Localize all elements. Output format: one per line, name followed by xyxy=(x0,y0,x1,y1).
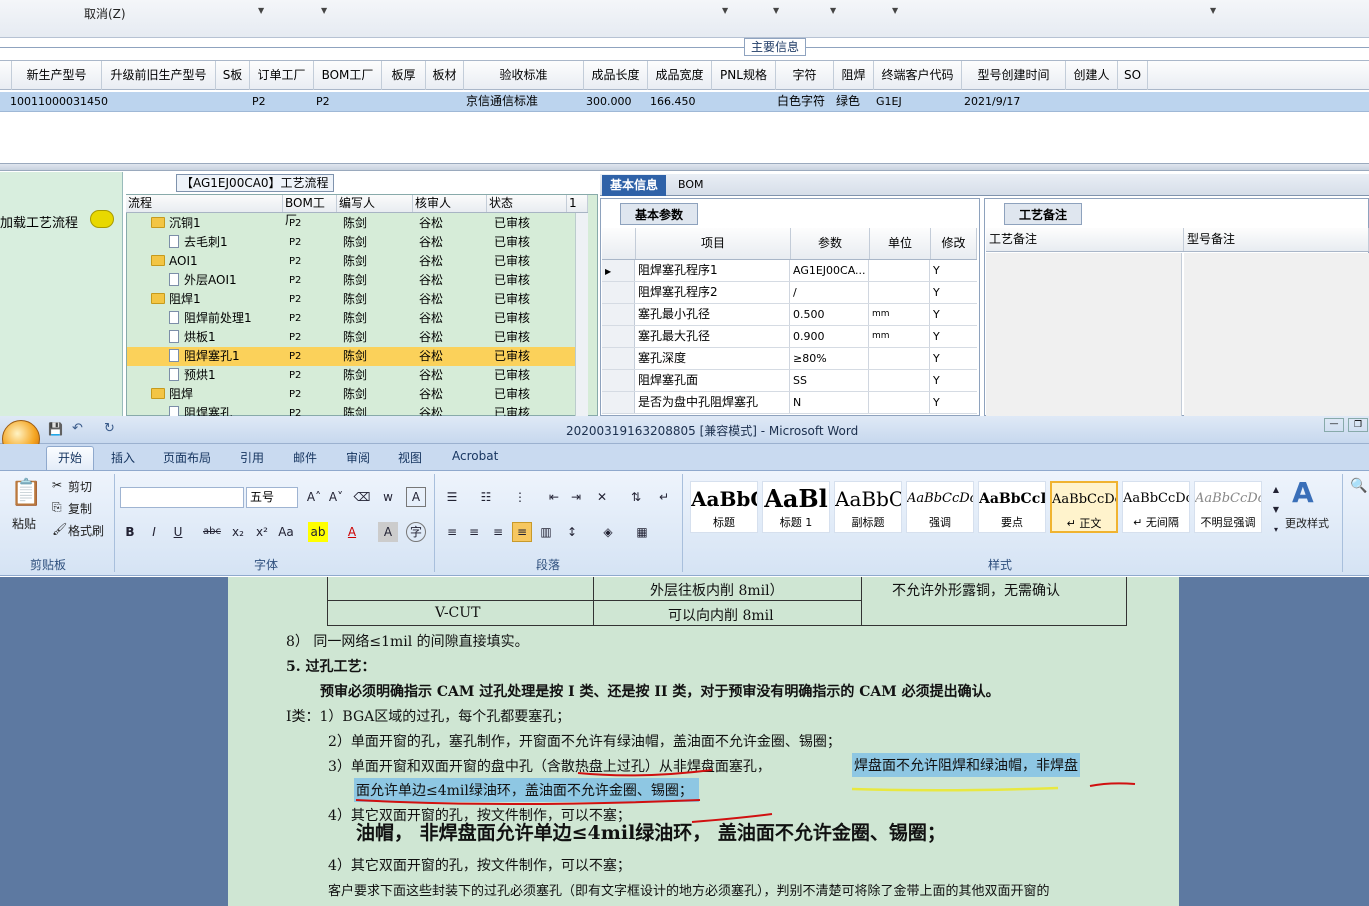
pen-annotations xyxy=(355,769,1136,823)
